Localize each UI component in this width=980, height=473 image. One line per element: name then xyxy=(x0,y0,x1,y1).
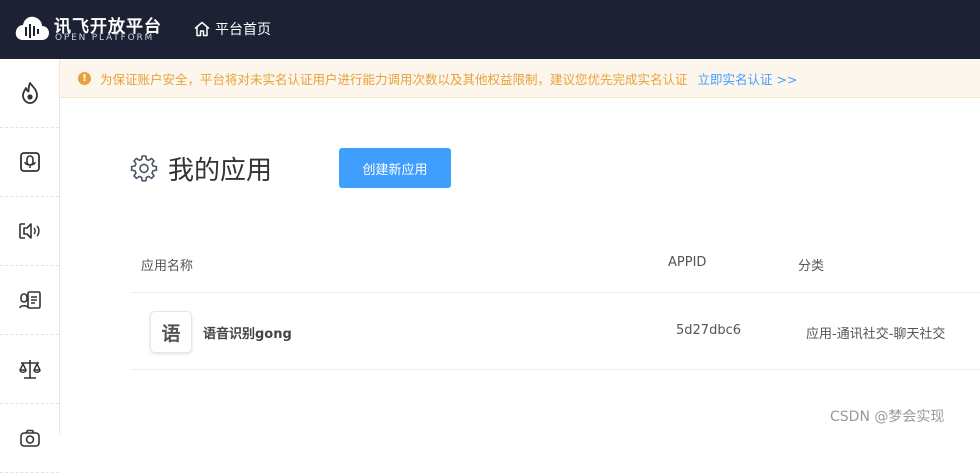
home-link[interactable]: 平台首页 xyxy=(193,18,271,40)
flame-icon xyxy=(21,82,38,104)
column-header-app-name: 应用名称 xyxy=(141,259,194,274)
home-link-label: 平台首页 xyxy=(215,22,271,38)
table-row-divider xyxy=(130,369,980,370)
sidebar-item-speech-synthesis[interactable] xyxy=(0,197,59,266)
logo-mark-icon xyxy=(15,16,49,40)
app-category: 应用-通讯社交-聊天社交 xyxy=(806,327,946,342)
sidebar-item-image[interactable] xyxy=(0,404,59,473)
home-icon xyxy=(194,21,210,37)
top-navigation-bar: 讯飞开放平台 OPEN PLATFORM 平台首页 xyxy=(0,0,980,59)
speaker-icon xyxy=(18,223,40,239)
real-name-notice: ! 为保证账户安全，平台将对未实名认证用户进行能力调用次数以及其他权益限制，建议… xyxy=(60,59,980,98)
sidebar-item-text[interactable] xyxy=(0,266,59,335)
document-voice-icon xyxy=(18,291,41,309)
sidebar-item-balance[interactable] xyxy=(0,335,59,404)
platform-logo[interactable]: 讯飞开放平台 OPEN PLATFORM xyxy=(14,11,164,47)
verify-identity-link[interactable]: 立即实名认证 >> xyxy=(698,69,798,88)
column-header-appid: APPID xyxy=(668,255,707,270)
watermark: CSDN @梦会实现 xyxy=(830,409,945,425)
page-header: 我的应用 xyxy=(130,150,272,186)
column-header-category: 分类 xyxy=(798,259,825,274)
logo-subtitle: OPEN PLATFORM xyxy=(55,33,155,43)
app-name-link[interactable]: 语音识别gong xyxy=(203,323,292,342)
warning-icon: ! xyxy=(78,71,91,85)
sidebar-item-hot[interactable] xyxy=(0,59,59,128)
voice-recognition-icon xyxy=(19,152,40,172)
app-id: 5d27dbc6 xyxy=(676,323,741,338)
scale-icon xyxy=(18,360,41,379)
table-header-divider xyxy=(130,292,980,293)
notice-text: 为保证账户安全，平台将对未实名认证用户进行能力调用次数以及其他权益限制，建议您优… xyxy=(100,71,688,87)
app-icon: 语 xyxy=(150,311,192,353)
create-app-button[interactable]: 创建新应用 xyxy=(339,148,451,188)
sidebar-item-voice-recognition[interactable] xyxy=(0,128,59,197)
sidebar xyxy=(0,59,60,473)
gear-icon xyxy=(130,155,158,182)
camera-icon xyxy=(19,429,40,447)
page-title: 我的应用 xyxy=(168,155,273,186)
